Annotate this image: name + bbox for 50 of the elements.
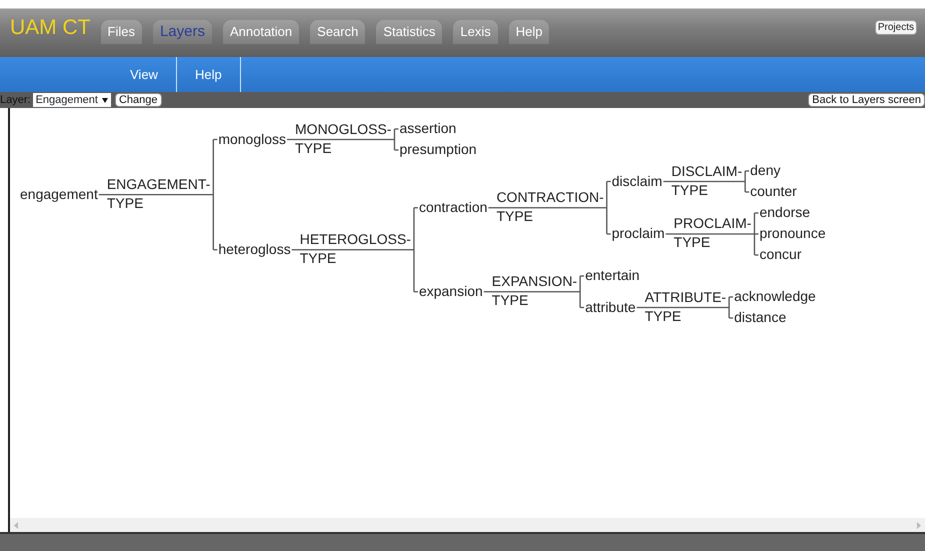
layer-label: Layer: xyxy=(0,93,31,108)
menu-tab[interactable]: Files xyxy=(100,20,142,44)
system-name: ENGAGEMENT- xyxy=(106,176,210,193)
feature-label: assertion xyxy=(399,120,456,137)
system-name: HETEROGLOSS- xyxy=(300,230,411,248)
menu-tab[interactable]: Layers xyxy=(152,20,212,44)
feature-label: monogloss xyxy=(218,130,286,148)
feature-label: heterogloss xyxy=(218,240,291,258)
feature-label: distance xyxy=(734,309,786,326)
feature-label: counter xyxy=(750,183,797,200)
feature-label: deny xyxy=(750,162,780,179)
system-name: TYPE xyxy=(496,208,534,225)
layer-dropdown[interactable]: Engagement xyxy=(32,93,111,107)
feature-label: engagement xyxy=(20,186,98,203)
feature-label: endorse xyxy=(759,204,810,221)
system-name: TYPE xyxy=(671,182,708,198)
system-name: ATTRIBUTE- xyxy=(644,288,726,306)
feature-label: acknowledge xyxy=(734,288,816,305)
feature-label: entertain xyxy=(585,267,640,284)
feature-label: expansion xyxy=(418,282,483,300)
feature-label: pronounce xyxy=(759,225,826,242)
feature-label: concur xyxy=(759,246,802,263)
back-to-layers-button[interactable]: Back to Layers screen xyxy=(808,93,925,107)
system-name: TYPE xyxy=(492,292,528,309)
feature-label: attribute xyxy=(585,298,636,316)
system-name: DISCLAIM- xyxy=(671,162,742,180)
menu-tab[interactable]: Search xyxy=(310,20,366,44)
projects-button[interactable]: Projects xyxy=(874,20,917,35)
system-name: TYPE xyxy=(300,250,336,267)
feature-label: proclaim xyxy=(612,225,665,242)
menu-tab[interactable]: Help xyxy=(508,20,550,44)
menu-tab[interactable]: Statistics xyxy=(376,20,442,44)
system-name: TYPE xyxy=(295,140,332,156)
system-name: EXPANSION- xyxy=(492,272,578,290)
feature-label: presumption xyxy=(399,141,477,158)
scroll-left-icon[interactable] xyxy=(14,522,19,528)
system-name: TYPE xyxy=(644,308,682,324)
system-name: CONTRACTION- xyxy=(496,188,604,206)
feature-label: disclaim xyxy=(612,172,662,190)
system-name: PROCLAIM- xyxy=(674,215,752,232)
system-name: MONOGLOSS- xyxy=(295,120,392,138)
change-button[interactable]: Change xyxy=(114,93,162,107)
menu-tab[interactable]: Lexis xyxy=(453,20,498,44)
system-name: TYPE xyxy=(674,234,710,251)
dropdown-caret-icon xyxy=(102,98,108,103)
app-title: UAM CT xyxy=(10,15,90,41)
feature-label: contraction xyxy=(418,198,488,216)
system-name: TYPE xyxy=(106,194,144,212)
menu-tab[interactable]: Annotation xyxy=(222,20,300,44)
scroll-right-icon[interactable] xyxy=(916,522,921,528)
